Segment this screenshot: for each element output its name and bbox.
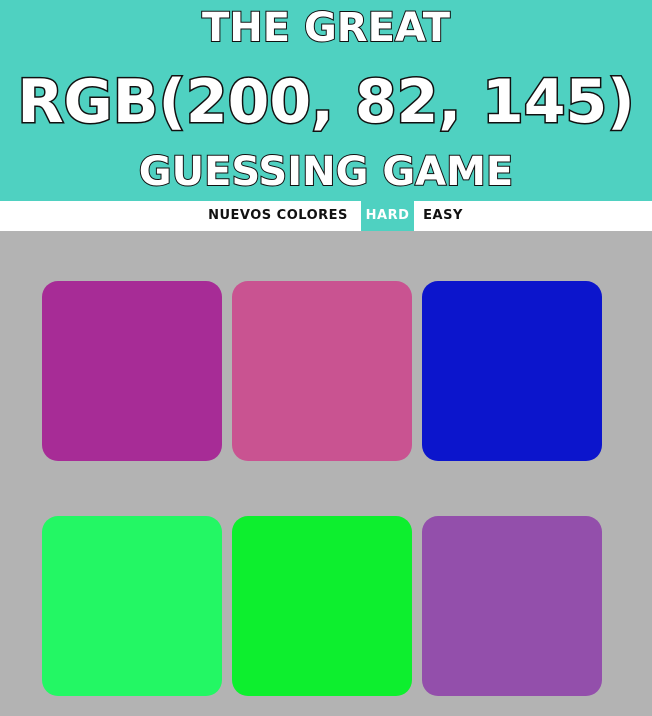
header: THE GREAT RGB(200, 82, 145) GUESSING GAM… — [0, 0, 652, 201]
title-guessing-game: GUESSING GAME — [138, 148, 515, 196]
title-the-great: THE GREAT — [201, 4, 451, 52]
color-square-6[interactable] — [422, 516, 602, 696]
hard-mode-button[interactable]: HARD — [361, 201, 414, 231]
color-square-5[interactable] — [232, 516, 412, 696]
color-square-2[interactable] — [232, 281, 412, 461]
easy-mode-button[interactable]: EASY — [416, 201, 470, 231]
color-square-4[interactable] — [42, 516, 222, 696]
color-square-3[interactable] — [422, 281, 602, 461]
new-colors-button[interactable]: NUEVOS COLORES — [204, 201, 352, 231]
rgb-color-display: RGB(200, 82, 145) — [16, 66, 636, 139]
color-board — [0, 231, 652, 716]
color-square-1[interactable] — [42, 281, 222, 461]
control-stripe: NUEVOS COLORES HARD EASY — [0, 201, 652, 231]
